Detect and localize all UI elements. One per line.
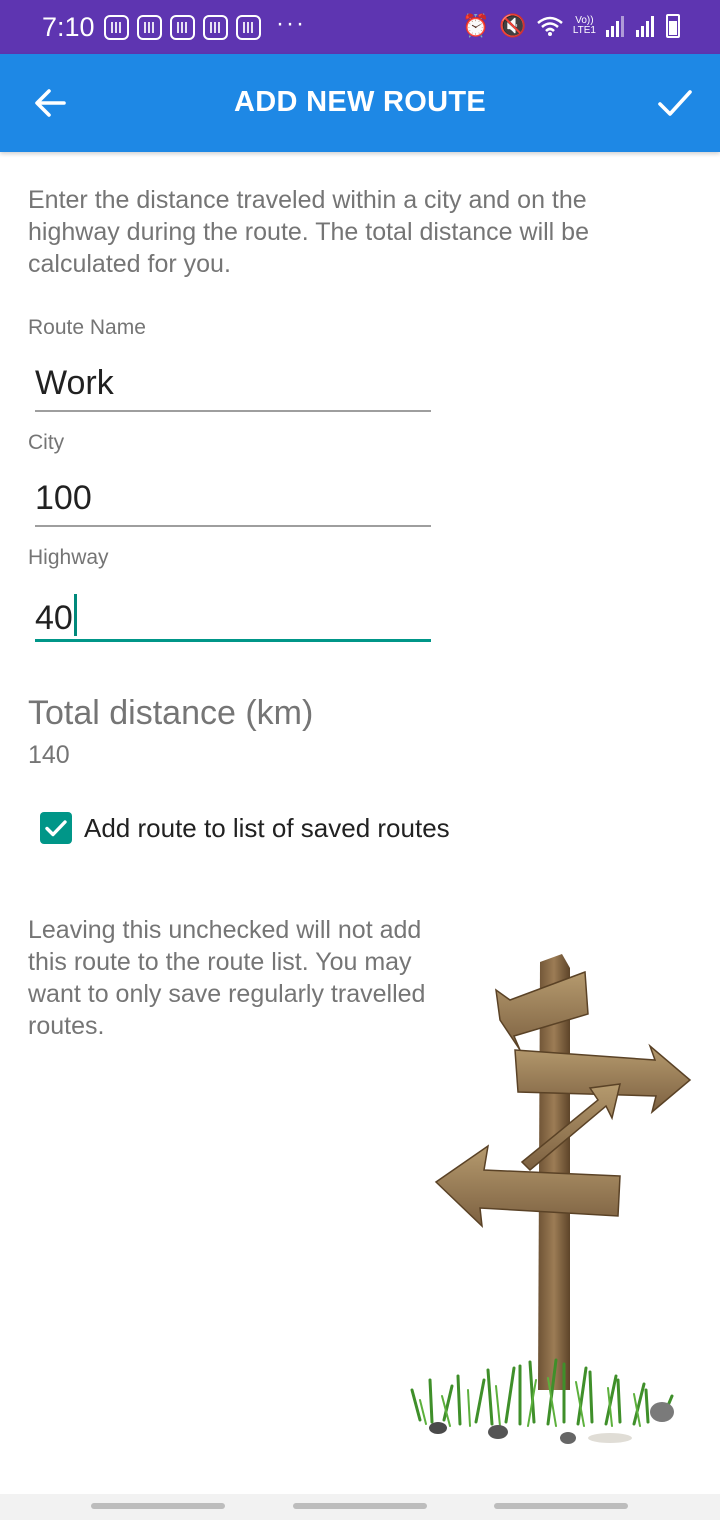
- text-cursor: [73, 594, 77, 636]
- highway-value: 40: [35, 599, 73, 637]
- alarm-icon: ⏰: [462, 13, 490, 38]
- save-route-checkbox[interactable]: [40, 812, 72, 844]
- intro-text: Enter the distance traveled within a cit…: [28, 186, 589, 278]
- notification-app-icon: [203, 15, 228, 40]
- volte-indicator: Vo)) LTE1: [572, 15, 596, 36]
- system-icons: ⏰ 🔇 Vo)) LTE1: [462, 13, 680, 39]
- signal-icon: [636, 16, 654, 37]
- notification-app-icon: [137, 15, 162, 40]
- nav-back-button[interactable]: [494, 1503, 628, 1509]
- signal-icon: [606, 16, 624, 37]
- notification-app-icon: [236, 15, 261, 40]
- signpost-illustration: [410, 954, 692, 1444]
- page-title: ADD NEW ROUTE: [234, 86, 486, 118]
- highway-label: Highway: [28, 546, 109, 569]
- nav-home-button[interactable]: [293, 1503, 427, 1509]
- city-label: City: [28, 431, 65, 454]
- route-name-label: Route Name: [28, 316, 146, 339]
- status-time: 7:10: [42, 12, 95, 42]
- mute-icon: 🔇: [499, 13, 527, 38]
- save-route-label: Add route to list of saved routes: [84, 812, 450, 843]
- notification-app-icon: [104, 15, 129, 40]
- nav-recents-button[interactable]: [91, 1503, 225, 1509]
- notification-icons: [104, 15, 261, 40]
- notification-app-icon: [170, 15, 195, 40]
- route-name-input[interactable]: Work: [35, 358, 431, 412]
- highway-input[interactable]: 40: [35, 588, 431, 642]
- route-name-value: Work: [35, 364, 114, 402]
- check-icon[interactable]: [652, 80, 698, 126]
- checkmark-icon: [45, 820, 67, 837]
- more-notifications-icon: ···: [276, 10, 306, 37]
- battery-icon: [666, 14, 680, 38]
- navigation-bar: [0, 1494, 720, 1520]
- save-route-row[interactable]: Add route to list of saved routes: [40, 812, 450, 844]
- city-input[interactable]: 100: [35, 473, 431, 527]
- note-text: Leaving this unchecked will not add this…: [28, 916, 426, 1040]
- city-value: 100: [35, 479, 92, 517]
- status-bar: 7:10 ··· ⏰ 🔇 Vo)) LTE1: [0, 0, 720, 54]
- app-bar: ADD NEW ROUTE: [0, 54, 720, 152]
- total-distance-label: Total distance (km): [28, 694, 314, 732]
- total-distance-value: 140: [28, 741, 70, 769]
- wifi-icon: [537, 16, 563, 36]
